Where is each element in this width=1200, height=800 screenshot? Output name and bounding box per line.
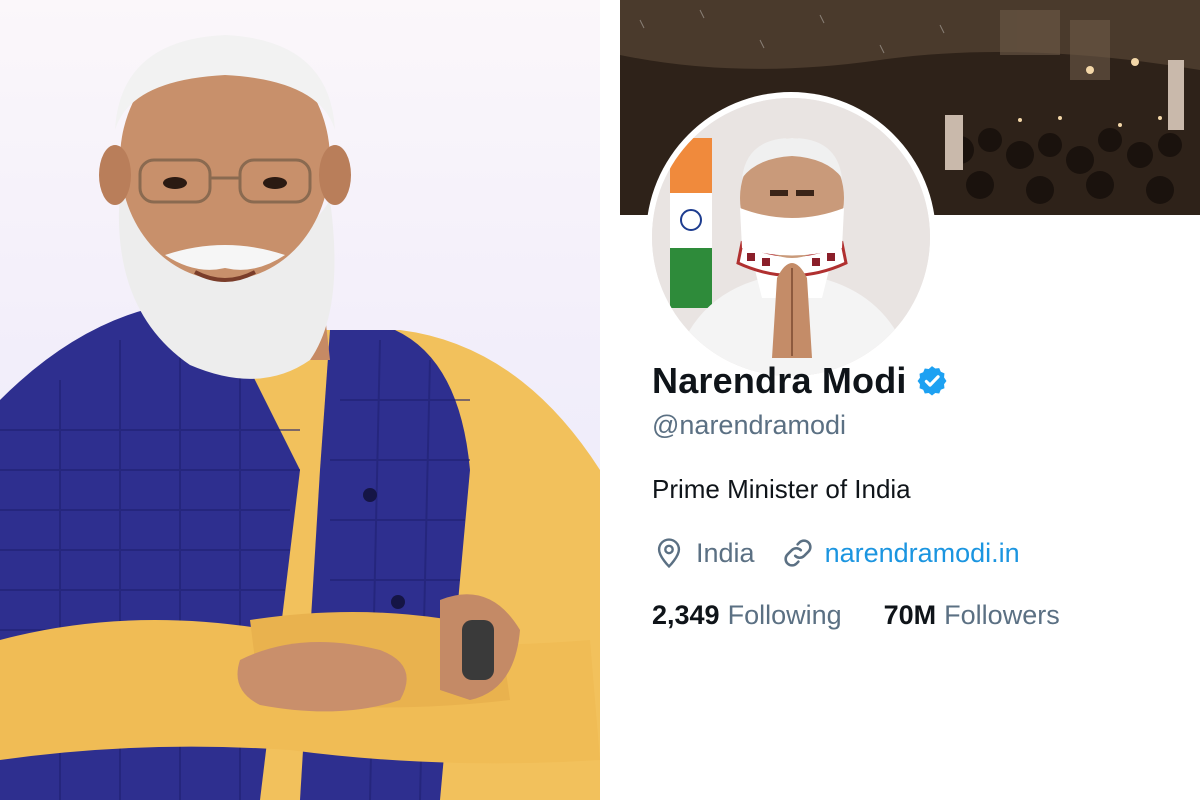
profile-handle: @narendramodi (652, 410, 847, 440)
followers-stat[interactable]: 70M Followers (884, 600, 1060, 631)
composite-canvas: Narendra Modi @narendramodi Prime Minist… (0, 0, 1200, 800)
link-icon (781, 536, 815, 570)
followers-label: Followers (944, 600, 1060, 630)
profile-name-row: Narendra Modi (652, 360, 949, 402)
portrait-illustration (0, 35, 600, 800)
website-link[interactable]: narendramodi.in (825, 538, 1020, 569)
profile-avatar[interactable] (646, 92, 936, 382)
following-label: Following (727, 600, 842, 630)
profile-meta-row: India narendramodi.in (652, 536, 1046, 570)
following-count: 2,349 (652, 600, 720, 630)
profile-stats-row: 2,349 Following 70M Followers (652, 600, 1102, 631)
profile-panel: Narendra Modi @narendramodi Prime Minist… (618, 0, 1200, 800)
location-pin-icon (652, 536, 686, 570)
display-name: Narendra Modi (652, 360, 907, 401)
followers-count: 70M (883, 600, 937, 630)
profile-website[interactable]: narendramodi.in (781, 536, 1020, 570)
profile-bio: Prime Minister of India (652, 474, 911, 504)
following-stat[interactable]: 2,349 Following (652, 600, 842, 631)
profile-location: India (652, 536, 755, 570)
avatar-illustration (652, 98, 930, 376)
avatar-photo (652, 98, 930, 376)
location-text: India (696, 537, 755, 568)
verified-badge-icon (915, 364, 949, 398)
portrait-photo (0, 0, 600, 800)
